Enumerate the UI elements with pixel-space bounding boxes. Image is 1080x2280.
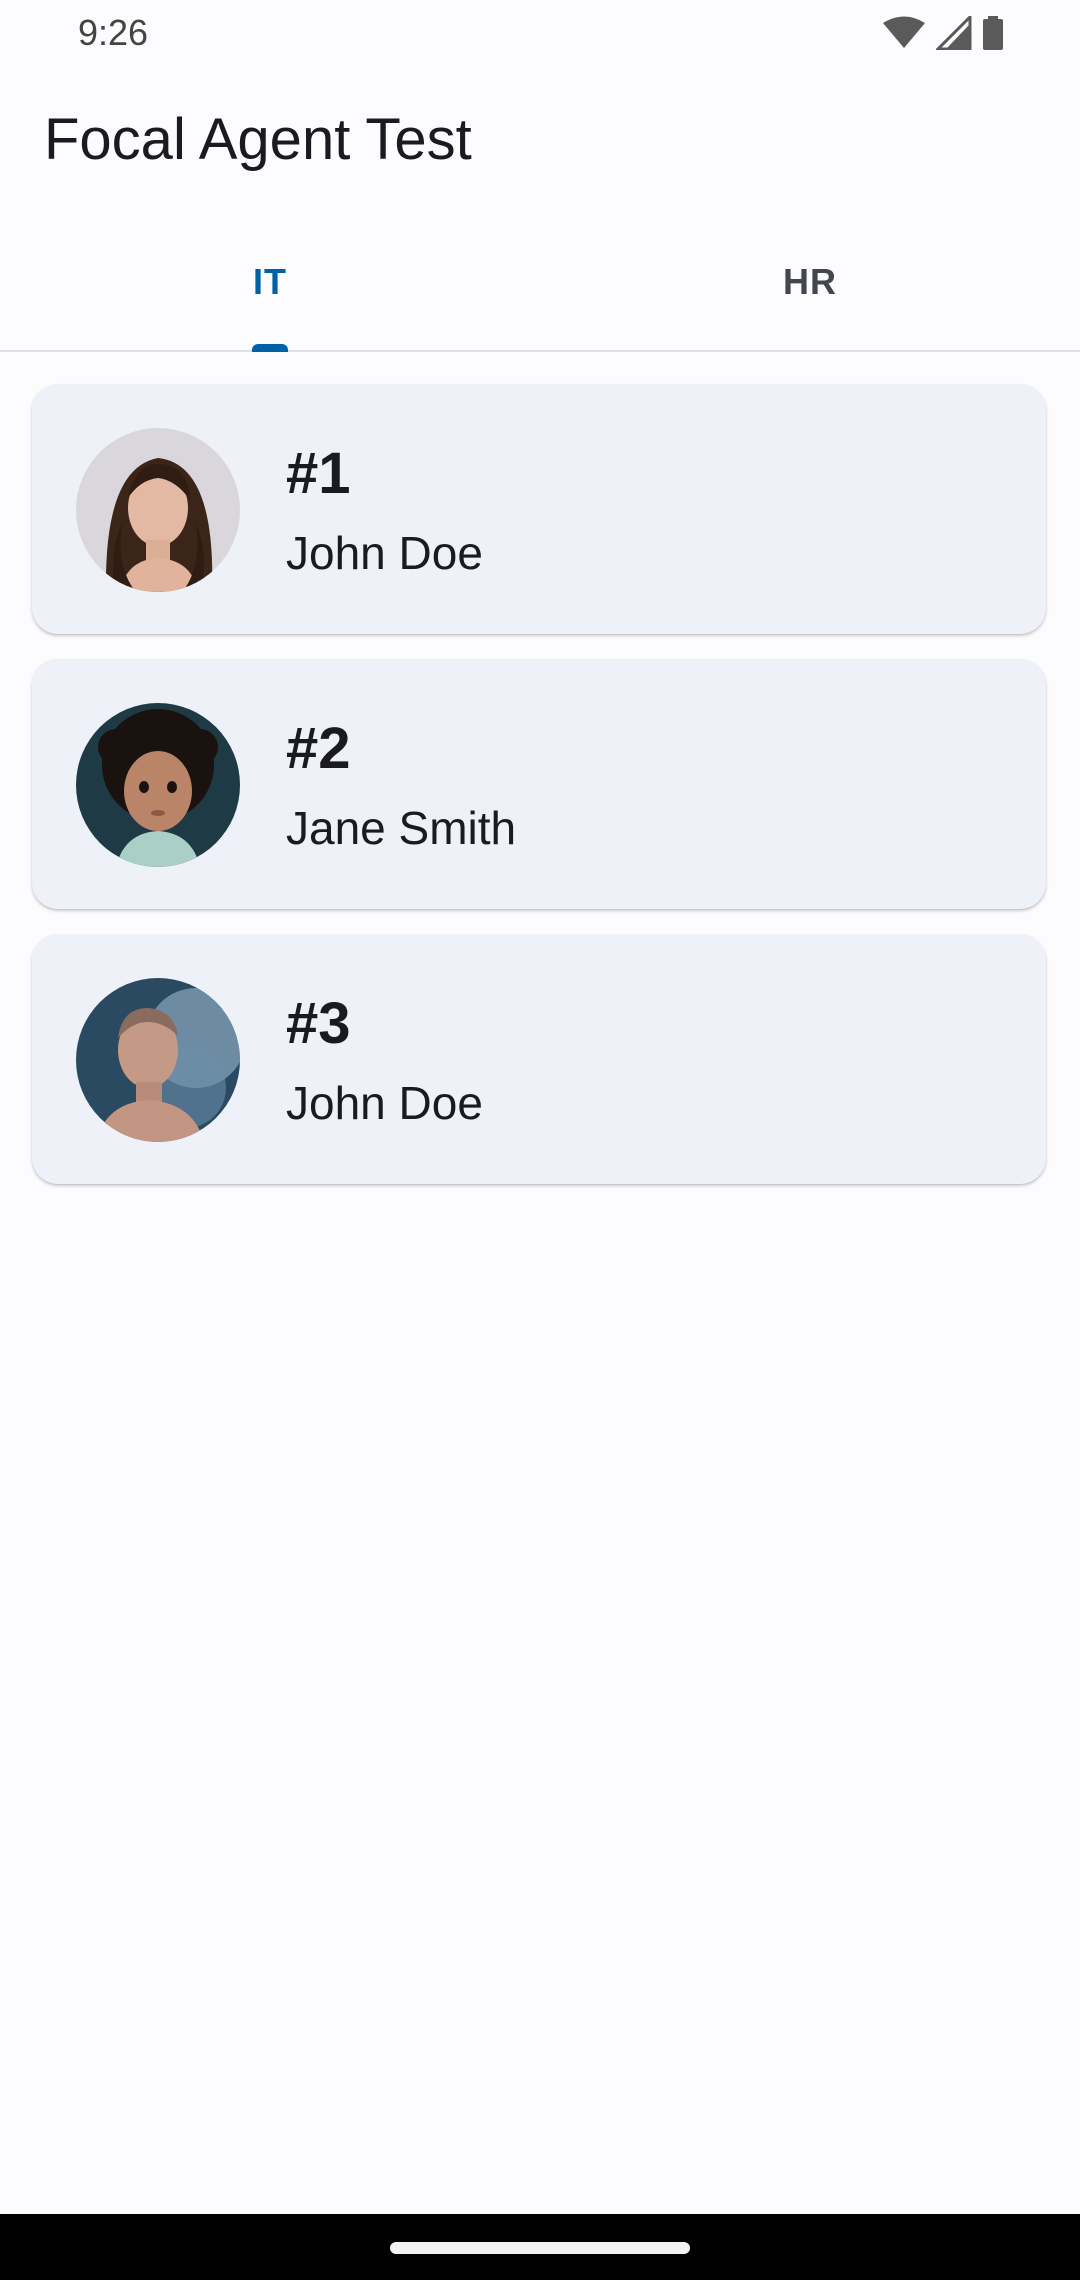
employee-number: #3 xyxy=(286,991,351,1056)
employee-number: #1 xyxy=(286,441,351,506)
app-bar: Focal Agent Test xyxy=(0,70,1080,210)
home-gesture-handle[interactable] xyxy=(390,2242,690,2254)
system-navigation-bar xyxy=(0,2214,1080,2280)
employee-card[interactable]: #2 Jane Smith xyxy=(32,659,1046,909)
avatar xyxy=(76,703,240,867)
woman-portrait-avatar xyxy=(76,428,240,592)
employee-name: Jane Smith xyxy=(286,802,517,854)
battery-icon xyxy=(982,16,1004,50)
child-portrait-avatar xyxy=(76,703,240,867)
avatar xyxy=(76,978,240,1142)
tab-label: IT xyxy=(253,261,287,302)
employee-card[interactable]: #3 John Doe xyxy=(32,934,1046,1184)
tab-bar: IT HR xyxy=(0,214,1080,352)
tab-it[interactable]: IT xyxy=(0,214,540,352)
cell-signal-icon xyxy=(936,16,972,50)
tab-hr[interactable]: HR xyxy=(540,214,1080,350)
page-title: Focal Agent Test xyxy=(44,107,472,172)
tab-indicator xyxy=(252,344,288,352)
status-time: 9:26 xyxy=(78,12,149,53)
status-bar: 9:26 xyxy=(0,0,1080,70)
avatar xyxy=(76,428,240,592)
employee-number: #2 xyxy=(286,716,351,781)
employee-name: John Doe xyxy=(286,1077,483,1129)
man-portrait-avatar xyxy=(76,978,240,1142)
employee-card[interactable]: #1 John Doe xyxy=(32,384,1046,634)
status-icons xyxy=(882,16,1004,50)
employee-name: John Doe xyxy=(286,527,483,579)
tab-label: HR xyxy=(783,261,837,302)
wifi-icon xyxy=(882,16,926,50)
employee-list: #1 John Doe #2 Jane Smith #3 John Doe xyxy=(32,384,1048,1209)
